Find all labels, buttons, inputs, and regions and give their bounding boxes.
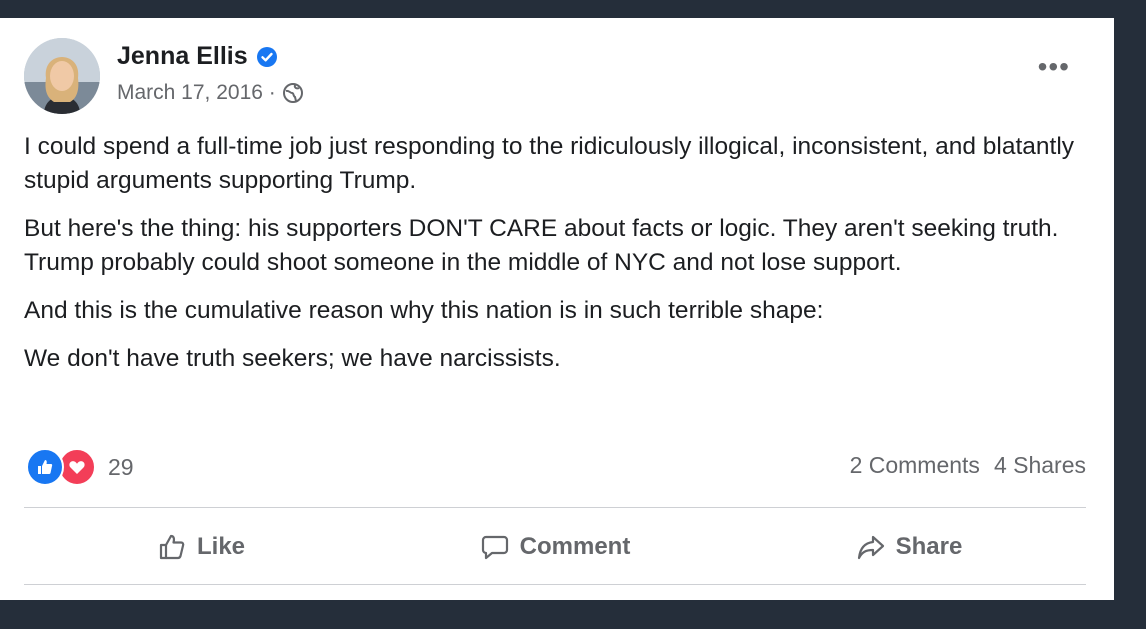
- share-label: Share: [895, 533, 963, 560]
- post-meta: March 17, 2016 ·: [117, 81, 304, 105]
- like-label: Like: [196, 533, 246, 560]
- more-options-icon[interactable]: •••: [1038, 53, 1070, 81]
- post-date[interactable]: March 17, 2016 ·: [117, 81, 276, 105]
- verified-badge-icon: [256, 46, 277, 67]
- comment-label: Comment: [519, 533, 631, 560]
- divider: [24, 584, 1086, 585]
- avatar[interactable]: [24, 38, 100, 114]
- post-paragraph: We don't have truth seekers; we have nar…: [24, 345, 561, 372]
- post-paragraph: And this is the cumulative reason why th…: [24, 297, 824, 324]
- avatar-image: [24, 38, 100, 114]
- globe-icon[interactable]: [282, 82, 304, 104]
- post-paragraph: But here's the thing: his supporters DON…: [24, 215, 1059, 276]
- thumbs-up-icon: [159, 534, 185, 560]
- shares-count[interactable]: 4 Shares: [994, 452, 1086, 479]
- reaction-count[interactable]: 29: [108, 454, 134, 481]
- reactions-summary[interactable]: 29: [26, 448, 134, 486]
- comments-count[interactable]: 2 Comments: [850, 452, 980, 479]
- share-button[interactable]: Share: [732, 510, 1086, 584]
- comment-button[interactable]: Comment: [378, 510, 732, 584]
- engagement-stats: 2 Comments 4 Shares: [850, 452, 1086, 479]
- author-row: Jenna Ellis: [117, 42, 278, 71]
- post-card: Jenna Ellis March 17, 2016 · ••• I could…: [0, 18, 1114, 600]
- share-icon: [857, 535, 884, 560]
- post-paragraph: I could spend a full-time job just respo…: [24, 133, 1075, 194]
- like-button[interactable]: Like: [24, 510, 378, 584]
- thumbs-up-icon: [26, 448, 64, 486]
- comment-icon: [481, 535, 508, 560]
- post-body: I could spend a full-time job just respo…: [24, 130, 1094, 390]
- author-name[interactable]: Jenna Ellis: [117, 42, 248, 71]
- divider: [24, 507, 1086, 508]
- action-bar: Like Comment Share: [24, 510, 1086, 584]
